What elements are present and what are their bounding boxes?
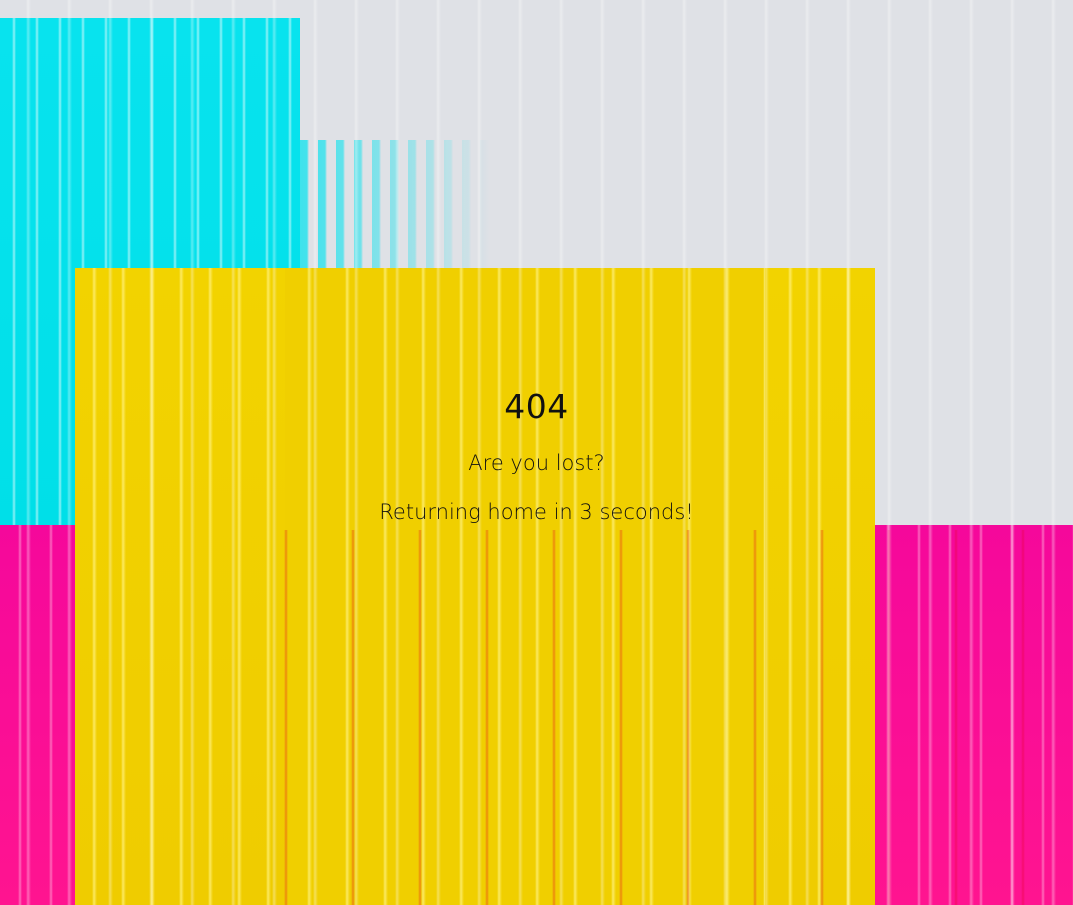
error-code: 404 (504, 387, 569, 426)
error-page: 404 Are you lost? Returning home in 3 se… (0, 0, 1073, 905)
redirect-countdown: Returning home in 3 seconds! (379, 500, 694, 524)
lost-question: Are you lost? (468, 451, 605, 475)
background-yellow-core (285, 268, 765, 905)
error-message: 404 Are you lost? Returning home in 3 se… (0, 385, 1073, 526)
